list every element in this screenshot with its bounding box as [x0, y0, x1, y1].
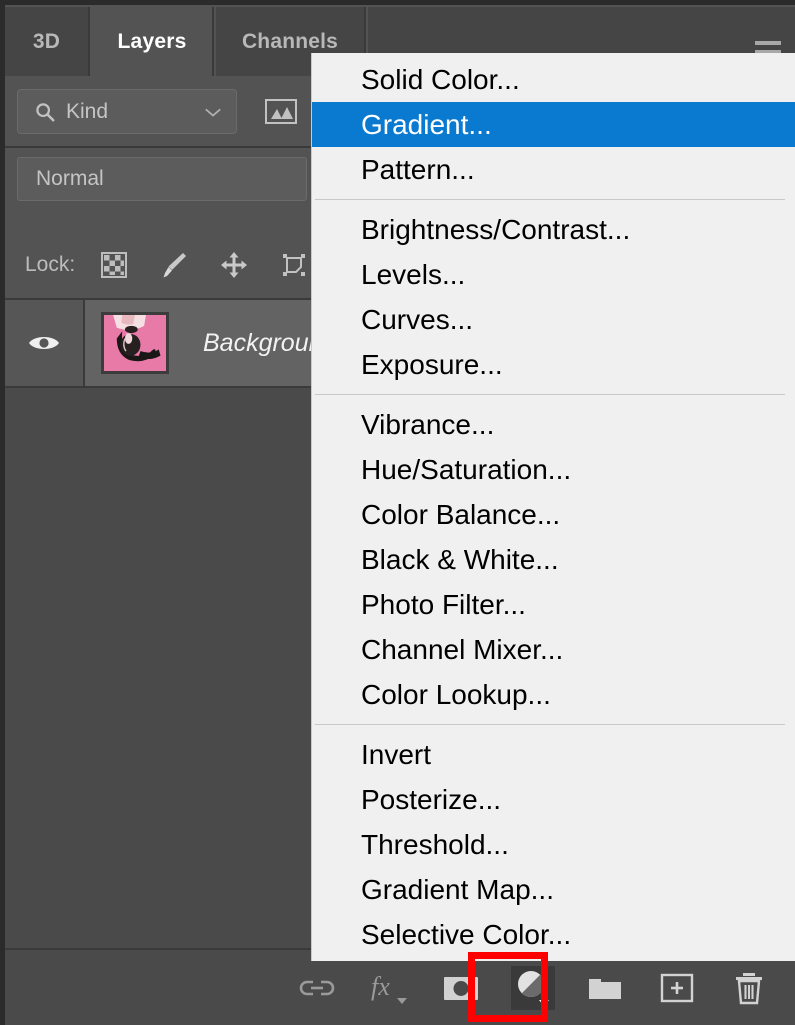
photoshop-layers-panel-screen: 3D Layers Channels Kind Normal Lock: Bac…: [0, 0, 795, 1025]
menu-item-label: Solid Color...: [361, 63, 520, 95]
menu-item-label: Posterize...: [361, 783, 502, 815]
tab-channels-label: Channels: [241, 29, 339, 53]
menu-group-fill: Solid Color... Gradient... Pattern...: [312, 57, 795, 192]
menu-item-label: Selective Color...: [361, 918, 572, 950]
panel-top-strip: [0, 0, 795, 5]
pink-background-hair-photo: [104, 315, 166, 371]
menu-item-selective-color[interactable]: Selective Color...: [312, 912, 795, 957]
layer-mask-icon[interactable]: [439, 966, 483, 1010]
hamburger-line: [755, 41, 781, 45]
svg-text:fx: fx: [371, 972, 390, 1001]
menu-item-color-balance[interactable]: Color Balance...: [312, 492, 795, 537]
menu-item-invert[interactable]: Invert: [312, 732, 795, 777]
menu-item-color-lookup[interactable]: Color Lookup...: [312, 672, 795, 717]
menu-item-levels[interactable]: Levels...: [312, 252, 795, 297]
menu-item-label: Levels...: [361, 258, 466, 290]
menu-item-label: Color Lookup...: [361, 678, 551, 710]
fx-layer-style-icon[interactable]: fx: [367, 966, 411, 1010]
menu-separator: [315, 724, 785, 725]
menu-separator: [315, 394, 785, 395]
menu-item-threshold[interactable]: Threshold...: [312, 822, 795, 867]
menu-item-brightness-contrast[interactable]: Brightness/Contrast...: [312, 207, 795, 252]
menu-item-label: Channel Mixer...: [361, 633, 564, 665]
fill-adjustment-layer-context-menu[interactable]: Solid Color... Gradient... Pattern... Br…: [311, 53, 795, 961]
menu-item-pattern[interactable]: Pattern...: [312, 147, 795, 192]
move-arrows-icon[interactable]: [219, 250, 249, 280]
new-group-folder-icon[interactable]: [583, 966, 627, 1010]
transparency-checkerboard-icon[interactable]: [99, 250, 129, 280]
menu-item-photo-filter[interactable]: Photo Filter...: [312, 582, 795, 627]
menu-item-label: Brightness/Contrast...: [361, 213, 631, 245]
new-layer-plus-icon[interactable]: [655, 966, 699, 1010]
menu-item-label: Pattern...: [361, 153, 475, 185]
menu-item-hue-saturation[interactable]: Hue/Saturation...: [312, 447, 795, 492]
menu-item-label: Vibrance...: [361, 408, 495, 440]
menu-item-black-and-white[interactable]: Black & White...: [312, 537, 795, 582]
menu-item-curves[interactable]: Curves...: [312, 297, 795, 342]
menu-item-label: Color Balance...: [361, 498, 561, 530]
menu-group-tonal: Brightness/Contrast... Levels... Curves.…: [312, 207, 795, 387]
menu-item-label: Threshold...: [361, 828, 509, 860]
menu-item-label: Curves...: [361, 303, 474, 335]
image-layer-filter-icon[interactable]: [264, 98, 298, 125]
blend-mode-dropdown[interactable]: Normal: [17, 157, 307, 201]
bottom-toolbar-icons: fx: [295, 950, 785, 1025]
menu-item-label: Hue/Saturation...: [361, 453, 572, 485]
filter-kind-dropdown[interactable]: Kind: [17, 89, 237, 134]
tab-3d-label: 3D: [32, 29, 61, 53]
link-layers-icon[interactable]: [295, 966, 339, 1010]
blend-mode-value: Normal: [36, 167, 104, 190]
lock-label: Lock:: [25, 253, 76, 276]
menu-group-color: Vibrance... Hue/Saturation... Color Bala…: [312, 402, 795, 717]
chevron-down-icon[interactable]: [204, 106, 222, 118]
menu-item-label: Gradient Map...: [361, 873, 554, 905]
menu-item-gradient[interactable]: Gradient...: [312, 102, 795, 147]
menu-separator: [315, 199, 785, 200]
search-icon: [36, 102, 55, 122]
tab-layers-label: Layers: [117, 29, 187, 53]
delete-trash-icon[interactable]: [727, 966, 771, 1010]
menu-item-exposure[interactable]: Exposure...: [312, 342, 795, 387]
menu-item-gradient-map[interactable]: Gradient Map...: [312, 867, 795, 912]
menu-item-label: Photo Filter...: [361, 588, 526, 620]
lock-icon-group: [99, 250, 309, 280]
menu-item-label: Black & White...: [361, 543, 559, 575]
menu-item-solid-color[interactable]: Solid Color...: [312, 57, 795, 102]
layer-visibility-cell[interactable]: [5, 300, 85, 386]
artboard-nesting-icon[interactable]: [279, 250, 309, 280]
paint-brush-icon[interactable]: [159, 250, 189, 280]
layer-thumbnail[interactable]: [101, 312, 169, 374]
menu-item-channel-mixer[interactable]: Channel Mixer...: [312, 627, 795, 672]
menu-item-vibrance[interactable]: Vibrance...: [312, 402, 795, 447]
eye-icon[interactable]: [27, 332, 61, 354]
menu-item-posterize[interactable]: Posterize...: [312, 777, 795, 822]
menu-item-label: Gradient...: [361, 108, 492, 140]
menu-item-label: Exposure...: [361, 348, 503, 380]
adjustment-layer-icon[interactable]: [511, 965, 555, 1010]
menu-group-special: Invert Posterize... Threshold... Gradien…: [312, 732, 795, 957]
menu-item-label: Invert: [361, 738, 432, 770]
tab-3d[interactable]: 3D: [5, 7, 90, 76]
filter-kind-label: Kind: [66, 99, 109, 123]
tab-layers[interactable]: Layers: [92, 7, 214, 76]
